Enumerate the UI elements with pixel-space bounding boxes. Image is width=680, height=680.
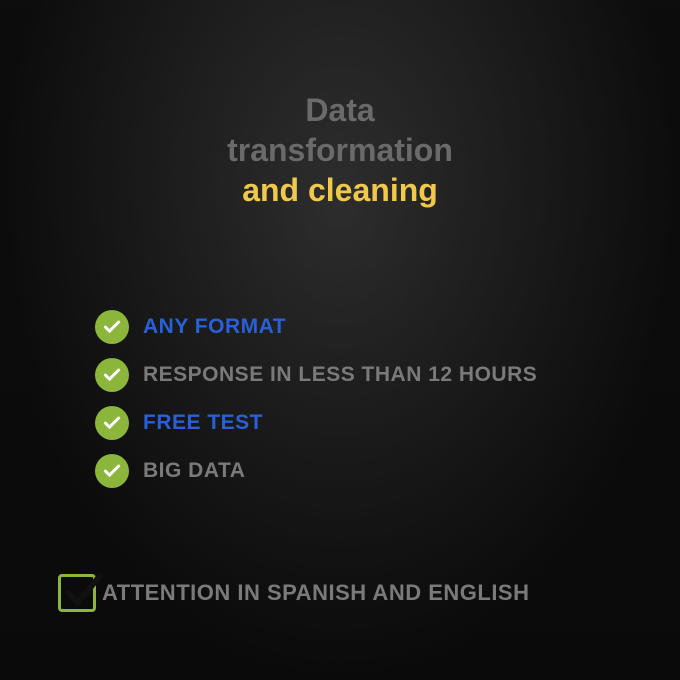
feature-item: BIG DATA xyxy=(95,454,660,488)
check-circle-icon xyxy=(95,358,129,392)
feature-label: RESPONSE IN LESS THAN 12 HOURS xyxy=(143,363,537,387)
check-circle-icon xyxy=(95,406,129,440)
title-line-3: and cleaning xyxy=(0,170,680,210)
check-circle-icon xyxy=(95,454,129,488)
feature-list: ANY FORMAT RESPONSE IN LESS THAN 12 HOUR… xyxy=(95,310,660,502)
footer-row: ATTENTION IN SPANISH AND ENGLISH xyxy=(58,574,530,612)
check-circle-icon xyxy=(95,310,129,344)
feature-label: BIG DATA xyxy=(143,459,245,483)
title-line-2: transformation xyxy=(0,130,680,170)
checkbox-icon xyxy=(58,574,96,612)
feature-label: FREE TEST xyxy=(143,411,263,435)
feature-item: ANY FORMAT xyxy=(95,310,660,344)
feature-label: ANY FORMAT xyxy=(143,315,286,339)
title-block: Data transformation and cleaning xyxy=(0,90,680,210)
feature-item: FREE TEST xyxy=(95,406,660,440)
title-line-1: Data xyxy=(0,90,680,130)
feature-item: RESPONSE IN LESS THAN 12 HOURS xyxy=(95,358,660,392)
footer-text: ATTENTION IN SPANISH AND ENGLISH xyxy=(102,580,530,606)
